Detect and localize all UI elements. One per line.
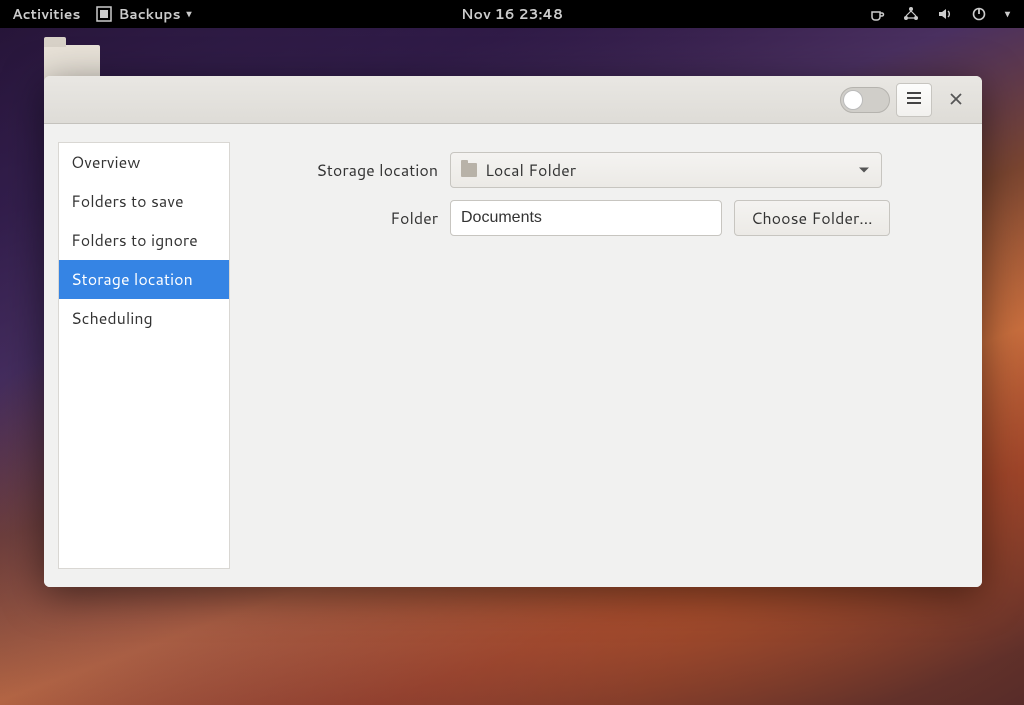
folder-input[interactable]	[450, 200, 722, 236]
app-menu-label: Backups	[118, 4, 180, 24]
sidebar-item-folders-to-ignore[interactable]: Folders to ignore	[59, 221, 229, 260]
close-icon	[950, 89, 962, 110]
folder-label: Folder	[254, 207, 438, 230]
close-button[interactable]	[938, 83, 974, 117]
window-body: Overview Folders to save Folders to igno…	[44, 124, 982, 587]
storage-location-label: Storage location	[254, 159, 438, 182]
sidebar-item-storage-location[interactable]: Storage location	[59, 260, 229, 299]
app-icon	[96, 6, 112, 22]
header-bar	[44, 76, 982, 124]
sidebar-item-overview[interactable]: Overview	[59, 143, 229, 182]
settings-sidebar: Overview Folders to save Folders to igno…	[58, 142, 230, 569]
content-pane: Storage location Local Folder Folder Cho…	[230, 142, 964, 569]
hamburger-icon	[906, 88, 922, 111]
sidebar-item-scheduling[interactable]: Scheduling	[59, 299, 229, 338]
chevron-down-icon: ▾	[187, 7, 192, 21]
network-icon[interactable]	[903, 6, 919, 22]
chevron-down-icon	[859, 168, 869, 173]
storage-location-dropdown[interactable]: Local Folder	[450, 152, 882, 188]
folder-icon	[461, 163, 477, 177]
backups-window: Overview Folders to save Folders to igno…	[44, 76, 982, 587]
system-menu-chevron-icon[interactable]: ▾	[1005, 7, 1010, 21]
clock[interactable]: Nov 16 23:48	[461, 4, 563, 24]
volume-icon[interactable]	[937, 6, 953, 22]
power-icon[interactable]	[971, 6, 987, 22]
activities-button[interactable]: Activities	[12, 4, 80, 24]
auto-backup-toggle[interactable]	[840, 87, 890, 113]
menu-button[interactable]	[896, 83, 932, 117]
caffeine-icon[interactable]	[869, 6, 885, 22]
choose-folder-button[interactable]: Choose Folder…	[734, 200, 890, 236]
app-menu[interactable]: Backups ▾	[96, 4, 191, 24]
sidebar-item-folders-to-save[interactable]: Folders to save	[59, 182, 229, 221]
toggle-knob	[843, 90, 863, 110]
storage-location-value: Local Folder	[485, 159, 576, 182]
gnome-topbar: Activities Backups ▾ Nov 16 23:48 ▾	[0, 0, 1024, 28]
